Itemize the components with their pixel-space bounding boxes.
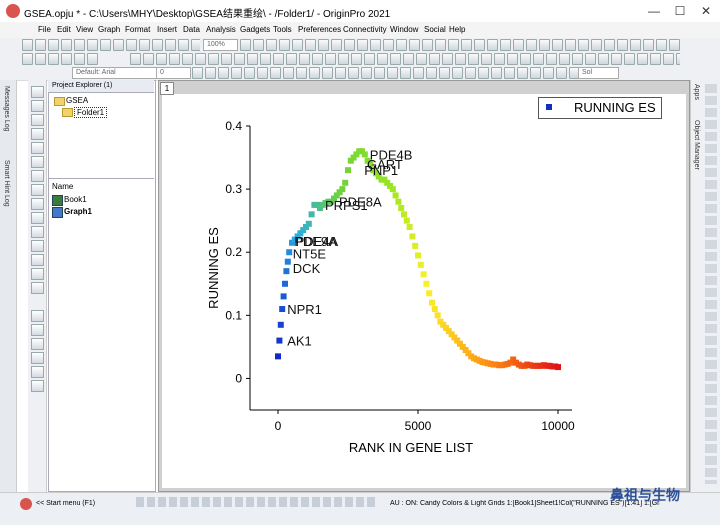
data-point	[342, 179, 349, 186]
data-point	[279, 306, 286, 313]
data-point	[431, 306, 438, 313]
gene-label: PDE4A	[296, 234, 339, 249]
data-point	[277, 321, 284, 328]
gene-label: PDE8A	[339, 195, 382, 210]
data-point	[395, 198, 402, 205]
y-tick-label: 0.3	[225, 182, 242, 196]
data-point	[308, 211, 315, 218]
data-point	[339, 186, 346, 193]
y-tick-label: 0	[235, 371, 242, 385]
data-point	[286, 249, 293, 256]
gene-label: NPR1	[287, 302, 322, 317]
data-point	[409, 233, 416, 240]
apps-tab[interactable]: Apps	[693, 84, 700, 100]
data-point	[276, 337, 283, 344]
object-manager-tab[interactable]: Object Manager	[693, 120, 700, 170]
data-point	[283, 268, 290, 275]
gene-annotations: AK1NPR1DCKNT5EPDE9APDE4APRPS1PDE8APDE4BG…	[287, 147, 412, 348]
y-axis-title: RUNNING ES	[206, 227, 221, 309]
data-point	[406, 223, 413, 230]
gene-label: AK1	[287, 334, 312, 349]
data-point	[284, 258, 291, 265]
start-menu-icon[interactable]	[20, 498, 32, 510]
data-point	[434, 312, 441, 319]
y-tick-label: 0.1	[225, 308, 242, 322]
data-point	[398, 205, 405, 212]
running-es-chart[interactable]: 0 5000 1000000.10.20.30.4 AK1NPR1DCKNT5EPD…	[0, 0, 720, 524]
legend-marker	[546, 104, 552, 110]
data-point	[401, 211, 407, 218]
watermark-text: 鼻祖与生物	[610, 487, 680, 503]
data-point	[426, 290, 433, 297]
x-tick-label: 5000	[405, 419, 432, 433]
layout-toolbar-icons[interactable]	[705, 84, 717, 484]
y-tick-label: 0.2	[225, 245, 242, 259]
gene-label: PNP1	[364, 163, 398, 178]
data-point	[555, 364, 561, 371]
data-point	[423, 280, 430, 287]
bottom-toolbar-icons[interactable]	[136, 497, 376, 507]
x-tick-label: 0	[275, 419, 282, 433]
right-dock: Apps Object Manager	[690, 80, 720, 492]
x-axis-title: RANK IN GENE LIST	[349, 440, 473, 455]
data-point	[403, 217, 410, 224]
data-point	[420, 271, 427, 278]
data-point	[417, 261, 424, 268]
legend-label: RUNNING ES	[574, 100, 656, 115]
data-point	[275, 353, 281, 360]
data-point	[345, 167, 351, 174]
data-point	[282, 280, 288, 287]
data-point	[429, 299, 435, 306]
data-point	[415, 252, 421, 259]
status-bar: << Start menu (F1) AU : ON: Candy Colors…	[0, 487, 720, 525]
y-tick-label: 0.4	[225, 119, 242, 133]
start-menu-text[interactable]: << Start menu (F1)	[36, 500, 95, 507]
data-point	[280, 293, 287, 300]
data-point	[412, 242, 419, 249]
data-point	[389, 186, 396, 193]
data-point	[305, 220, 312, 227]
data-point	[392, 192, 399, 199]
x-tick-label: 10000	[541, 419, 575, 433]
gene-label: DCK	[293, 261, 321, 276]
